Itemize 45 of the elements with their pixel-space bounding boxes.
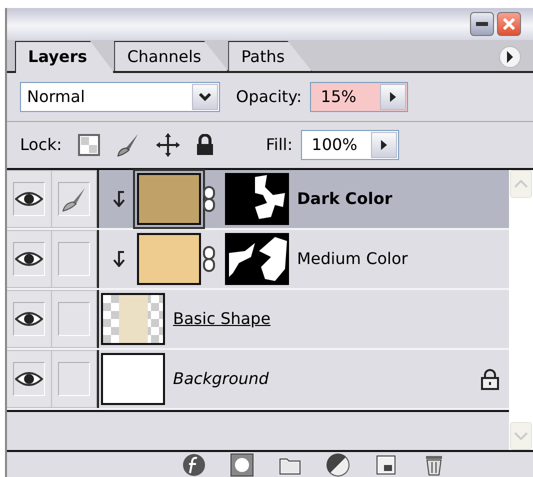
close-button[interactable] bbox=[497, 12, 521, 36]
slider-popup-button[interactable] bbox=[370, 132, 397, 158]
lock-transparency-button[interactable] bbox=[78, 134, 100, 156]
layer-row[interactable]: Background bbox=[7, 350, 509, 410]
panel-tab[interactable]: Channels bbox=[114, 41, 228, 71]
eye-icon[interactable] bbox=[15, 310, 43, 328]
eye-icon[interactable] bbox=[15, 250, 43, 268]
opacity-field[interactable]: 15% bbox=[310, 82, 408, 112]
layer-name: Basic Shape bbox=[173, 308, 272, 330]
layer-name: Medium Color bbox=[297, 248, 409, 270]
new-layer-button[interactable] bbox=[374, 452, 398, 476]
right-arrow-icon[interactable] bbox=[388, 91, 398, 103]
layer-name: Background bbox=[173, 368, 270, 390]
lock-icon bbox=[481, 368, 499, 390]
eye-icon[interactable] bbox=[15, 190, 43, 208]
fill-label: Fill: bbox=[266, 134, 293, 156]
blend-mode-dropdown[interactable]: Normal bbox=[20, 82, 220, 112]
eye-icon[interactable] bbox=[15, 370, 43, 388]
mask-thumbnail bbox=[225, 233, 289, 285]
lock-all-button[interactable] bbox=[196, 134, 214, 156]
panel-tab[interactable]: Layers bbox=[15, 41, 114, 73]
lock-label: Lock: bbox=[20, 134, 62, 156]
clipping-arrow-icon bbox=[113, 251, 125, 267]
lock-brush-button[interactable] bbox=[116, 133, 140, 157]
brush-icon bbox=[61, 186, 87, 212]
close-icon[interactable] bbox=[502, 17, 516, 31]
right-arrow-icon[interactable] bbox=[378, 139, 389, 151]
lock-position-button[interactable] bbox=[156, 133, 180, 157]
layer-row[interactable]: Medium Color bbox=[7, 230, 509, 290]
link-chain-icon[interactable] bbox=[201, 185, 217, 213]
menu-arrow-icon[interactable] bbox=[506, 51, 514, 63]
layer-style-button[interactable] bbox=[182, 452, 206, 476]
clipping-arrow-icon bbox=[113, 191, 125, 207]
panel-tab[interactable]: Paths bbox=[228, 41, 312, 71]
mask-thumbnail bbox=[225, 173, 289, 225]
opacity-label: Opacity: bbox=[236, 86, 302, 108]
layer-name: Dark Color bbox=[297, 188, 394, 210]
layer-row[interactable]: Basic Shape bbox=[7, 290, 509, 350]
slider-popup-button[interactable] bbox=[380, 84, 406, 110]
link-chain-icon[interactable] bbox=[201, 245, 217, 273]
panel-menu-button[interactable] bbox=[499, 46, 521, 68]
fill-field[interactable]: 100% bbox=[300, 130, 399, 160]
adjustment-layer-button[interactable] bbox=[326, 452, 350, 476]
layer-mask-button[interactable] bbox=[230, 452, 254, 476]
minimize-button[interactable] bbox=[470, 12, 494, 36]
